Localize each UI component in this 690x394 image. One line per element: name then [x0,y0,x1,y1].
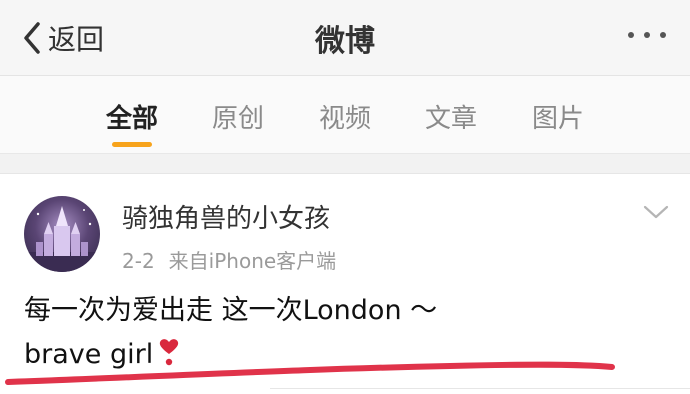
tab-all[interactable]: 全部 [92,98,172,135]
post-source: 来自iPhone客户端 [168,249,337,273]
post-text-line-1: 每一次为爱出走 这一次London ～ [24,295,438,326]
castle-image [24,206,100,272]
post-username[interactable]: 骑独角兽的小女孩 [122,198,330,235]
post-text-line-2: brave girl [24,333,664,377]
post-date: 2-2 [122,249,155,273]
tab-images[interactable]: 图片 [518,98,598,135]
post-meta: 2-2 来自iPhone客户端 [122,245,336,274]
post-text-brave-girl: brave girl [24,339,154,370]
tab-original[interactable]: 原创 [198,98,278,135]
section-divider [0,154,690,174]
heart-exclamation-icon [160,339,179,366]
active-tab-indicator [112,142,152,147]
top-nav-bar: 返回 微博 [0,0,690,76]
tab-bar: 全部 原创 视频 文章 图片 [0,76,690,154]
post-text: 每一次为爱出走 这一次London ～ brave girl [24,289,664,377]
avatar[interactable] [24,196,100,272]
page-title: 微博 [315,24,375,59]
chevron-down-icon[interactable] [640,200,672,224]
tab-video[interactable]: 视频 [305,98,385,135]
divider [270,388,690,389]
more-dots-icon[interactable] [628,32,666,38]
tab-articles[interactable]: 文章 [411,98,491,135]
